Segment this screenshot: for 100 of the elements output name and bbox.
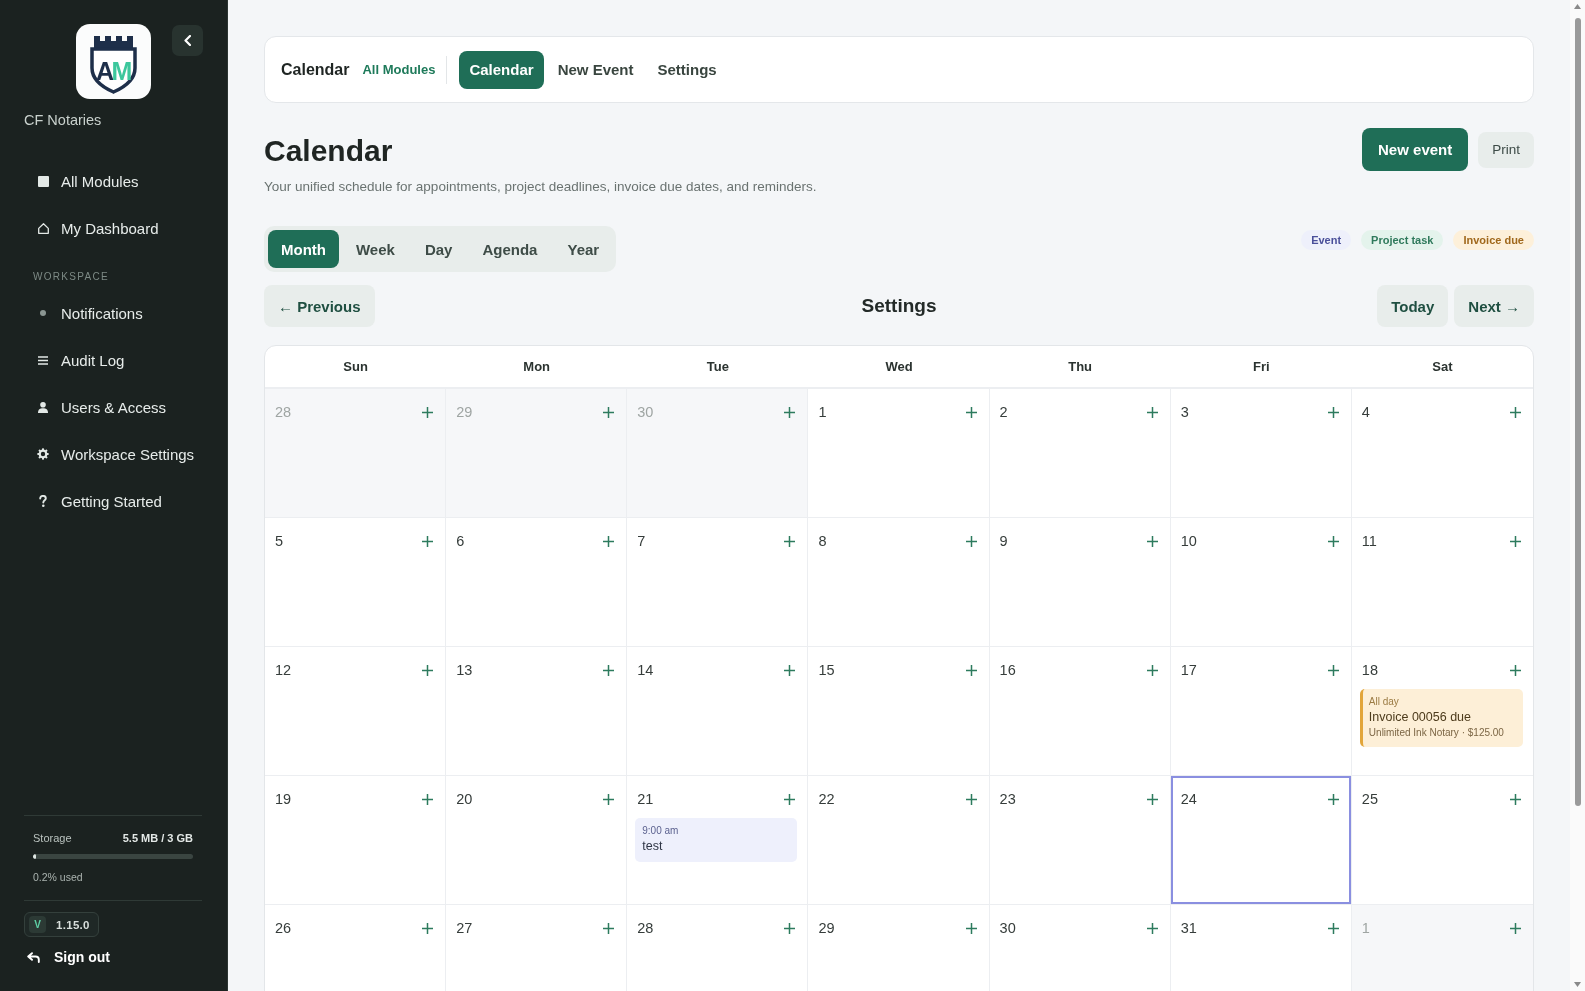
day-number: 8 (818, 532, 827, 551)
plus-icon[interactable] (1327, 664, 1339, 676)
house-icon (37, 222, 49, 234)
day-cell[interactable]: 24 (1170, 776, 1352, 905)
plus-icon[interactable] (603, 406, 615, 418)
plus-icon[interactable] (422, 535, 434, 547)
plus-icon[interactable] (1510, 664, 1521, 676)
plus-icon[interactable] (1146, 664, 1158, 676)
action-button[interactable]: New event (1362, 128, 1469, 171)
day-cell[interactable]: 5 (265, 518, 447, 647)
plus-icon[interactable] (1327, 793, 1339, 805)
day-cell[interactable]: 6 (446, 518, 628, 647)
sidebar-item[interactable]: My Dashboard (24, 211, 202, 245)
view-tab[interactable]: Year (554, 230, 613, 268)
module-tab[interactable]: New Event (547, 50, 644, 89)
plus-icon[interactable] (603, 535, 615, 547)
day-cell[interactable]: 16 (989, 647, 1171, 776)
plus-icon[interactable] (1146, 793, 1158, 805)
plus-icon[interactable] (1146, 406, 1158, 418)
view-tab[interactable]: Week (343, 230, 408, 268)
day-number: 3 (1180, 403, 1189, 422)
plus-icon[interactable] (1510, 535, 1521, 547)
plus-icon[interactable] (784, 406, 796, 418)
plus-icon[interactable] (422, 664, 434, 676)
view-tab[interactable]: Day (411, 230, 466, 268)
day-cell[interactable]: 20 (446, 776, 628, 905)
day-cell[interactable]: 7 (627, 518, 809, 647)
day-cell[interactable]: 15 (808, 647, 990, 776)
plus-icon[interactable] (1146, 535, 1158, 547)
plus-icon[interactable] (1510, 793, 1521, 805)
sidebar-item[interactable]: All Modules (24, 164, 202, 198)
sidebar-item[interactable]: Notifications (24, 296, 202, 330)
day-cell[interactable]: 13 (446, 647, 628, 776)
plus-icon[interactable] (603, 793, 615, 805)
plus-icon[interactable] (422, 922, 434, 934)
plus-icon[interactable] (965, 664, 977, 676)
module-tab[interactable]: Settings (647, 50, 727, 89)
day-cell[interactable]: 19 (265, 776, 447, 905)
day-number: 29 (818, 919, 835, 938)
plus-icon[interactable] (1510, 922, 1521, 934)
day-cell[interactable]: 2 (989, 389, 1171, 518)
version-letter: V (29, 916, 46, 933)
plus-icon[interactable] (784, 922, 796, 934)
day-number: 28 (637, 919, 654, 938)
day-cell[interactable]: 1 (808, 389, 990, 518)
plus-icon[interactable] (1327, 406, 1339, 418)
scrollbar-thumb[interactable] (1574, 18, 1581, 806)
plus-icon[interactable] (965, 535, 977, 547)
sign-out-button[interactable]: Sign out (24, 947, 110, 967)
plus-icon[interactable] (603, 664, 615, 676)
plus-icon[interactable] (784, 664, 796, 676)
plus-icon[interactable] (1146, 922, 1158, 934)
plus-icon[interactable] (784, 535, 796, 547)
triangle-down-icon[interactable] (1574, 982, 1581, 987)
person-icon (38, 401, 48, 413)
day-cell[interactable]: 14 (627, 647, 809, 776)
view-tab[interactable]: Month (268, 230, 339, 268)
plus-icon[interactable] (1510, 406, 1521, 418)
triangle-up-icon[interactable] (1574, 4, 1581, 9)
calendar-event[interactable]: 9:00 am test (635, 818, 798, 862)
day-cell[interactable]: 8 (808, 518, 990, 647)
sidebar-item[interactable]: Getting Started (24, 484, 202, 518)
plus-icon[interactable] (422, 793, 434, 805)
weekday-label: Mon (523, 359, 551, 374)
view-tab[interactable]: Agenda (469, 230, 551, 268)
plus-icon[interactable] (422, 406, 434, 418)
next-button[interactable]: Next → (1454, 285, 1534, 327)
all-modules-link[interactable]: All Modules (362, 62, 436, 77)
sidebar-item[interactable]: Audit Log (24, 343, 202, 377)
sidebar-item[interactable]: Users & Access (24, 390, 202, 424)
previous-button[interactable]: ← Previous (264, 285, 375, 327)
plus-icon[interactable] (965, 406, 977, 418)
action-button[interactable]: Print (1478, 131, 1534, 168)
today-button[interactable]: Today (1377, 285, 1449, 327)
day-number: 9 (999, 532, 1008, 551)
plus-icon[interactable] (603, 922, 615, 934)
collapse-sidebar-button[interactable] (172, 25, 203, 56)
plus-icon[interactable] (965, 922, 977, 934)
day-cell[interactable]: 23 (989, 776, 1171, 905)
plus-icon[interactable] (965, 793, 977, 805)
chevron-left-icon (184, 35, 191, 46)
day-cell[interactable]: 3 (1170, 389, 1352, 518)
plus-icon[interactable] (1327, 535, 1339, 547)
day-number: 26 (275, 919, 292, 938)
sidebar-item[interactable]: Workspace Settings (24, 437, 202, 471)
day-cell[interactable]: 12 (265, 647, 447, 776)
day-cell[interactable]: 17 (1170, 647, 1352, 776)
calendar-event[interactable]: All day Invoice 00056 due Unlimited Ink Notary · $125.00 (1359, 689, 1523, 747)
day-cell[interactable]: 10 (1170, 518, 1352, 647)
legend-tag: Project task (1361, 230, 1444, 250)
day-number: 12 (275, 661, 292, 680)
module-tab[interactable]: Calendar (459, 50, 544, 89)
day-number: 24 (1180, 790, 1197, 809)
gear-icon (37, 448, 49, 460)
plus-icon[interactable] (1327, 922, 1339, 934)
plus-icon[interactable] (784, 793, 796, 805)
day-cell[interactable]: 22 (808, 776, 990, 905)
storage-value: 5.5 MB / 3 GB (122, 832, 193, 844)
day-cell[interactable]: 21 9:00 am test (627, 776, 809, 905)
day-cell[interactable]: 9 (989, 518, 1171, 647)
